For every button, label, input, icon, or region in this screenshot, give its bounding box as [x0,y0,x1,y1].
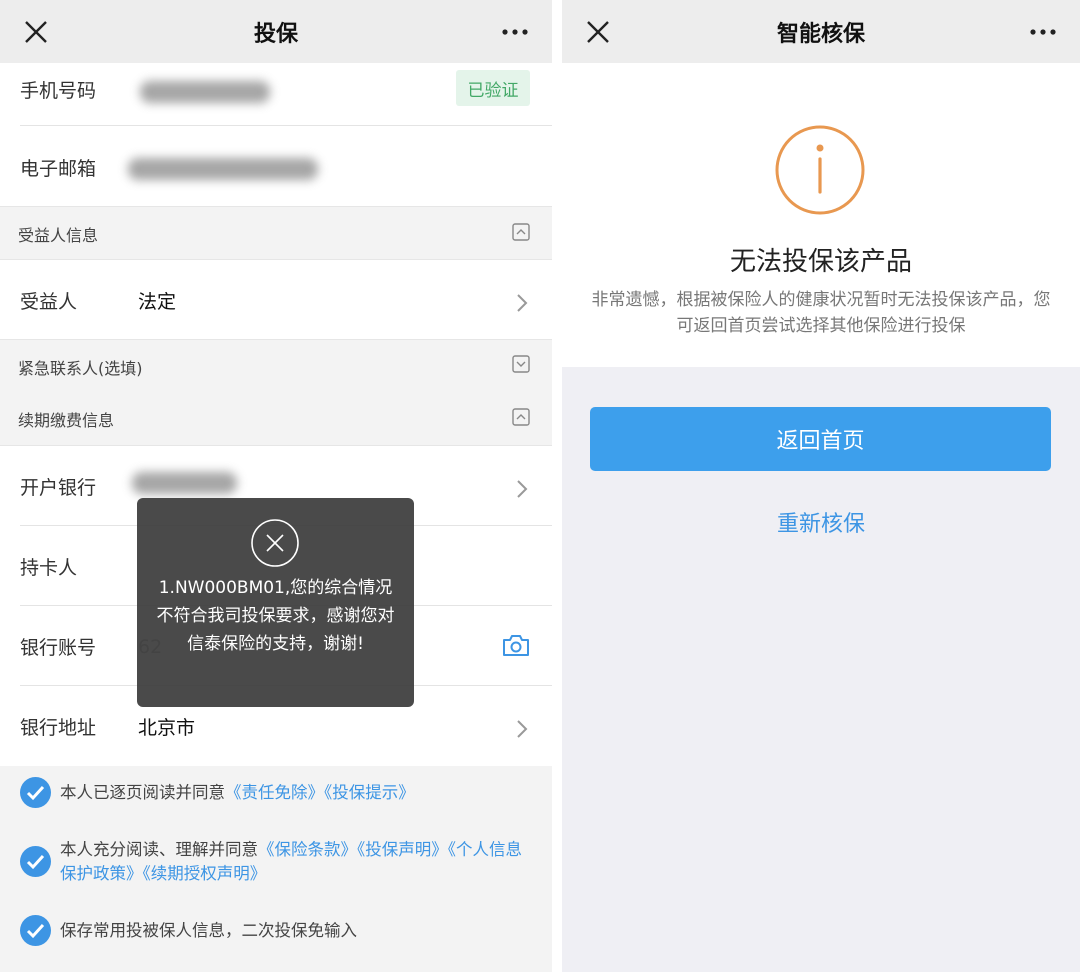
page-title: 投保 [253,21,298,47]
more-icon[interactable] [1028,20,1058,44]
link-policy-terms[interactable]: 《保险条款》 [258,840,357,859]
cardholder-label: 持卡人 [20,557,78,579]
chevron-right-icon [517,294,528,312]
close-circle-icon [251,519,299,567]
beneficiary-section-header[interactable]: 受益人信息 [0,206,552,260]
check-icon[interactable] [20,915,51,946]
navbar: 智能核保 [562,0,1080,63]
agreement-1: 本人已逐页阅读并同意《责任免除》《投保提示》 [60,783,415,802]
close-icon[interactable] [22,18,50,46]
email-redacted [128,158,318,180]
camera-icon[interactable] [502,633,530,657]
account-label: 银行账号 [20,637,97,659]
link-liability-exemption[interactable]: 《责任免除》 [225,783,324,802]
agreement-3: 保存常用投被保人信息，二次投保免输入 [60,921,357,940]
emergency-section-label: 紧急联系人(选填) [18,359,143,378]
underwriting-screen: 智能核保 无法投保该产品 非常遗憾，根据被保险人的健康状况暂时无法投保该产品，您… [562,0,1080,972]
return-home-button[interactable]: 返回首页 [590,407,1051,471]
bank-address-value: 北京市 [138,717,196,739]
email-row[interactable]: 电子邮箱 [0,126,552,206]
more-icon[interactable] [500,20,530,44]
chevron-right-icon [517,480,528,498]
result-title: 无法投保该产品 [729,247,912,277]
bank-address-label: 银行地址 [20,717,97,739]
renewal-section-label: 续期缴费信息 [18,411,115,430]
phone-row: 手机号码 已验证 [0,63,552,126]
emergency-section-header[interactable]: 紧急联系人(选填) [0,339,552,393]
beneficiary-label: 受益人 [20,291,78,313]
bank-redacted [132,472,237,494]
beneficiary-section-label: 受益人信息 [18,226,99,245]
verified-badge: 已验证 [456,70,530,106]
application-screen: 手机号码 已验证 电子邮箱 受益人信息 受益人 法定 紧急联系人(选填) 续期缴… [0,0,552,972]
link-renewal-authorization[interactable]: 《续期授权声明》 [143,864,267,883]
beneficiary-value: 法定 [138,291,177,313]
result-description: 非常遗憾，根据被保险人的健康状况暂时无法投保该产品，您可返回首页尝试选择其他保险… [591,290,1051,336]
warning-icon [775,125,865,215]
collapse-icon[interactable] [512,223,530,241]
email-label: 电子邮箱 [20,158,97,180]
error-toast: 1.NW000BM01,您的综合情况不符合我司投保要求，感谢您对信泰保险的支持，… [137,498,414,707]
renewal-section-header[interactable]: 续期缴费信息 [0,392,552,446]
expand-icon[interactable] [512,355,530,373]
chevron-right-icon [517,720,528,738]
agreement-2: 本人充分阅读、理解并同意《保险条款》《投保声明》《个人信息保护政策》《续期授权声… [60,840,522,883]
collapse-icon[interactable] [512,408,530,426]
beneficiary-row[interactable]: 受益人 法定 [0,260,552,340]
agreements-panel: 本人已逐页阅读并同意《责任免除》《投保提示》 本人充分阅读、理解并同意《保险条款… [0,766,552,972]
navbar: 投保 [0,0,552,63]
page-title: 智能核保 [776,21,865,47]
result-card: 无法投保该产品 非常遗憾，根据被保险人的健康状况暂时无法投保该产品，您可返回首页… [562,63,1080,367]
link-application-statement[interactable]: 《投保声明》 [357,840,448,859]
check-icon[interactable] [20,846,51,877]
close-icon[interactable] [584,18,612,46]
toast-message: 1.NW000BM01,您的综合情况不符合我司投保要求，感谢您对信泰保险的支持，… [156,578,395,654]
phone-redacted [140,81,270,103]
link-application-tips[interactable]: 《投保提示》 [324,783,415,802]
screen-divider [552,0,562,972]
bank-label: 开户银行 [20,477,97,499]
check-icon[interactable] [20,777,51,808]
re-underwrite-button[interactable]: 重新核保 [562,506,1080,538]
phone-label: 手机号码 [20,80,97,102]
